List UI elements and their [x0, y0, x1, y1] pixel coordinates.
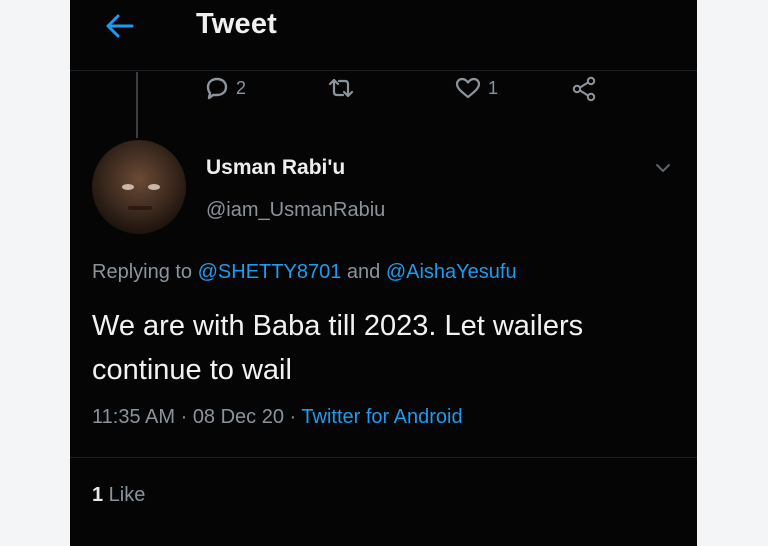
tweet-text: We are with Baba till 2023. Let wailers …	[92, 310, 584, 386]
replying-prefix: Replying to	[92, 261, 198, 283]
page-title: Tweet	[196, 8, 278, 40]
reply-button[interactable]: 2	[204, 76, 246, 100]
parent-tweet-actions: 2 1	[70, 72, 697, 112]
chevron-down-icon[interactable]	[652, 160, 674, 176]
user-display-name[interactable]: Usman Rabi'u	[206, 156, 345, 180]
arrow-left-icon[interactable]	[102, 12, 136, 40]
mention-link-2[interactable]: @AishaYesufu	[386, 261, 517, 283]
tweet-time: 11:35 AM	[92, 406, 176, 428]
avatar-eye-right	[148, 184, 160, 190]
app-header: Tweet	[70, 0, 697, 71]
avatar-eye-left	[122, 184, 134, 190]
tweet-source-link[interactable]: Twitter for Android	[301, 406, 462, 428]
mention-link-1[interactable]: @SHETTY8701	[198, 261, 342, 283]
tweet-meta: 11:35 AM · 08 Dec 20 · Twitter for Andro…	[92, 406, 463, 429]
retweet-button[interactable]	[326, 76, 362, 100]
divider	[70, 457, 697, 458]
share-icon	[572, 76, 596, 102]
reply-icon	[206, 77, 228, 100]
like-count: 1	[488, 77, 499, 98]
like-button[interactable]: 1	[454, 76, 498, 100]
likes-label: Like	[103, 484, 146, 506]
retweet-icon	[328, 78, 354, 98]
heart-icon	[455, 77, 481, 99]
likes-count: 1	[92, 484, 104, 506]
replying-and: and	[341, 261, 386, 283]
meta-separator: ·	[283, 406, 302, 428]
user-handle[interactable]: @iam_UsmanRabiu	[206, 199, 385, 222]
tweet-date: 08 Dec 20	[192, 406, 284, 428]
avatar[interactable]	[92, 140, 186, 234]
tweet-screen: Tweet 2 1 Usman Rabi'u @iam_UsmanRabiu R…	[70, 0, 697, 546]
likes-summary[interactable]: 1 Like	[92, 484, 145, 507]
meta-separator: ·	[175, 406, 193, 428]
reply-count: 2	[236, 77, 247, 98]
share-button[interactable]	[570, 76, 598, 102]
avatar-mouth	[128, 206, 152, 210]
replying-to: Replying to @SHETTY8701 and @AishaYesufu	[92, 261, 517, 284]
